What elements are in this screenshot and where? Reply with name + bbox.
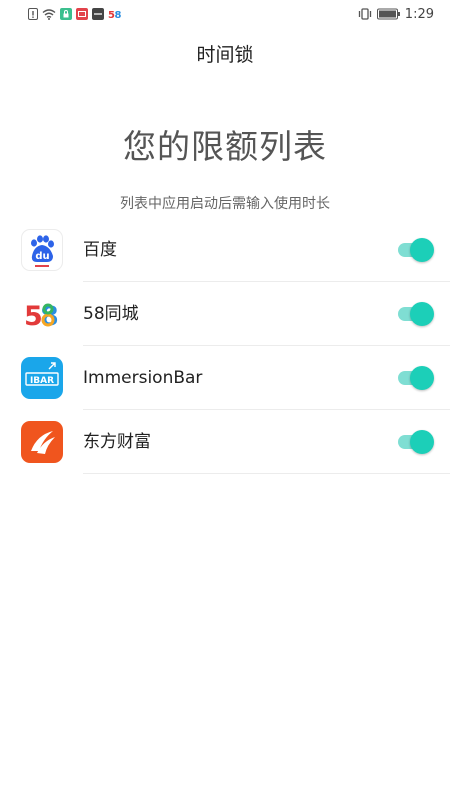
toggle-switch-immersionbar[interactable] bbox=[398, 366, 434, 390]
app-name: 百度 bbox=[83, 240, 117, 260]
limit-list-subtitle: 列表中应用启动后需输入使用时长 bbox=[120, 196, 330, 212]
toggle-knob bbox=[410, 430, 434, 454]
status-time: 1:29 bbox=[404, 6, 434, 22]
mail-app-icon bbox=[76, 8, 88, 20]
toggle-switch-baidu[interactable] bbox=[398, 238, 434, 262]
row-divider bbox=[83, 473, 450, 474]
status-bar: 58 1:29 bbox=[0, 0, 450, 28]
list-item-58tongcheng[interactable]: 5 8 58同城 bbox=[0, 282, 450, 346]
svg-text:8: 8 bbox=[115, 10, 122, 20]
lock-app-icon bbox=[60, 8, 72, 20]
toggle-knob bbox=[410, 238, 434, 262]
58tongcheng-icon: 5 8 bbox=[21, 293, 63, 335]
app-limit-list: du 百度 5 8 58同城 IBAR ImmersionBar 东方财富 bbox=[0, 218, 450, 474]
app-name: ImmersionBar bbox=[83, 368, 203, 388]
alert-icon bbox=[28, 8, 38, 20]
limit-list-headline: 您的限额列表 bbox=[123, 127, 327, 166]
wifi-icon bbox=[42, 8, 56, 20]
app-58-icon: 58 bbox=[108, 8, 122, 20]
battery-icon bbox=[376, 8, 401, 20]
dongfangcaifu-icon bbox=[21, 421, 63, 463]
list-item-dongfangcaifu[interactable]: 东方财富 bbox=[0, 410, 450, 474]
app-name: 58同城 bbox=[83, 304, 139, 324]
page-title: 时间锁 bbox=[196, 44, 254, 66]
baidu-icon-text: du bbox=[35, 251, 49, 262]
immersionbar-icon-text: IBAR bbox=[30, 376, 54, 386]
immersionbar-icon: IBAR bbox=[21, 357, 63, 399]
status-left: 58 bbox=[28, 8, 122, 20]
camera-app-icon bbox=[92, 8, 104, 20]
list-item-baidu[interactable]: du 百度 bbox=[0, 218, 450, 282]
app-name: 东方财富 bbox=[83, 432, 151, 452]
status-right: 1:29 bbox=[357, 7, 434, 22]
toggle-switch-dongfangcaifu[interactable] bbox=[398, 430, 434, 454]
toggle-knob bbox=[410, 302, 434, 326]
toggle-knob bbox=[410, 366, 434, 390]
list-item-immersionbar[interactable]: IBAR ImmersionBar bbox=[0, 346, 450, 410]
toggle-switch-58tongcheng[interactable] bbox=[398, 302, 434, 326]
baidu-icon: du bbox=[21, 229, 63, 271]
vibrate-icon bbox=[357, 8, 373, 20]
